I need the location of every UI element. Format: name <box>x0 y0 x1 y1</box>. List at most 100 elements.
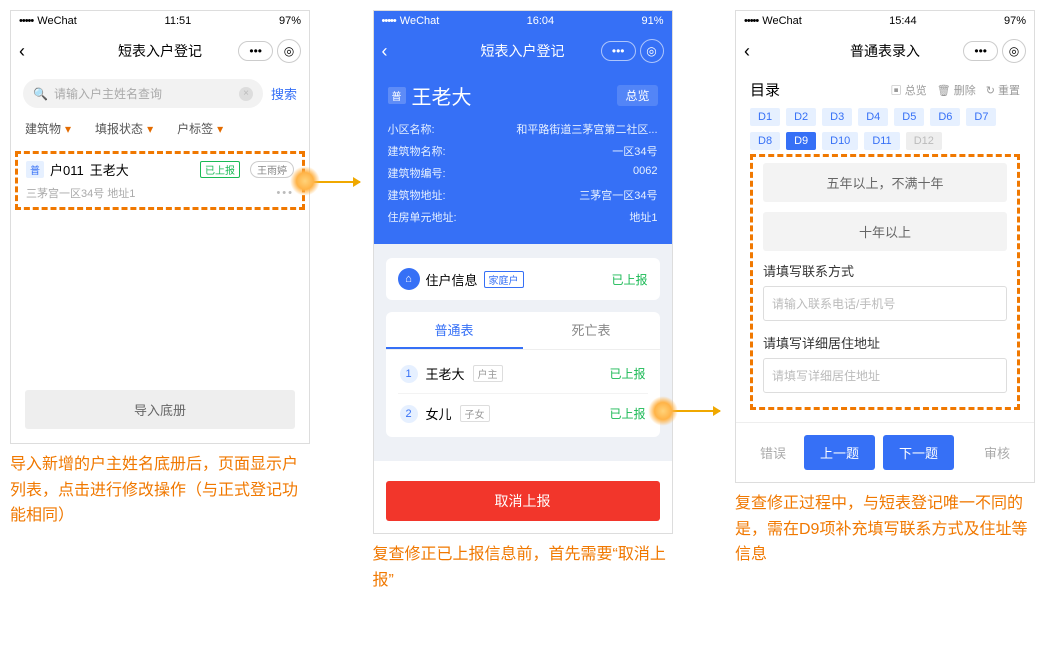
prev-button[interactable]: 上一题 <box>804 435 875 470</box>
page-title: 短表入户登记 <box>118 41 202 61</box>
clock: 11:51 <box>165 15 192 27</box>
chip-d3[interactable]: D3 <box>822 108 852 126</box>
chip-d12[interactable]: D12 <box>906 132 942 150</box>
phone-3: WeChat 15:44 97% ‹ 普通表录入 ••• ◎ 目录 ▣ 总览 🗑… <box>735 10 1035 483</box>
address-label: 请填写详细居住地址 <box>763 333 1007 352</box>
chip-d5[interactable]: D5 <box>894 108 924 126</box>
kv-value: 三茅宫一区34号 <box>579 187 657 203</box>
filter-building[interactable]: 建筑物 <box>25 120 71 137</box>
import-button[interactable]: 导入底册 <box>25 390 295 429</box>
badge-pu: 普 <box>388 87 406 104</box>
tab-normal[interactable]: 普通表 <box>386 312 523 349</box>
status-badge: 已上报 <box>200 161 240 178</box>
overview-action[interactable]: ▣ 总览 <box>891 82 927 98</box>
menu-button[interactable]: ••• <box>601 41 636 61</box>
person-name: 王老大 <box>426 364 465 383</box>
clock: 15:44 <box>889 15 917 27</box>
page-title: 普通表录入 <box>850 41 920 61</box>
person-row[interactable]: 2 女儿 子女 已上报 <box>398 394 648 433</box>
reset-action[interactable]: ↻ 重置 <box>986 82 1020 98</box>
contact-input[interactable]: 请输入联系电话/手机号 <box>763 286 1007 321</box>
household-code: 户011 <box>50 160 84 179</box>
householder-name: 王老大 <box>90 160 129 179</box>
caption-3: 复查修正过程中，与短表登记唯一不同的是，需在D9项补充填写联系方式及住址等信息 <box>735 491 1035 568</box>
kv-value: 0062 <box>633 165 657 181</box>
carrier: WeChat <box>744 15 802 27</box>
person-num: 1 <box>400 365 418 383</box>
address-input[interactable]: 请填写详细居住地址 <box>763 358 1007 393</box>
more-icon[interactable]: ••• <box>276 187 294 199</box>
filter-status[interactable]: 填报状态 <box>95 120 153 137</box>
menu-button[interactable]: ••• <box>963 41 998 61</box>
householder-name: 王老大 <box>412 81 472 110</box>
battery: 97% <box>1004 15 1026 27</box>
badge-pu: 普 <box>26 161 44 178</box>
navbar: ‹ 短表入户登记 ••• ◎ <box>11 31 309 71</box>
chip-d1[interactable]: D1 <box>750 108 780 126</box>
tab-death[interactable]: 死亡表 <box>523 312 660 349</box>
kv-label: 建筑物名称: <box>388 143 446 159</box>
chip-d8[interactable]: D8 <box>750 132 780 150</box>
option-10plus[interactable]: 十年以上 <box>763 212 1007 251</box>
person-relation: 子女 <box>460 405 490 422</box>
search-input[interactable]: 🔍 请输入户主姓名查询 × <box>23 79 263 108</box>
chip-d7[interactable]: D7 <box>966 108 996 126</box>
kv-label: 建筑物地址: <box>388 187 446 203</box>
back-icon[interactable]: ‹ <box>382 41 388 62</box>
carrier: WeChat <box>382 15 440 27</box>
clock: 16:04 <box>527 15 555 27</box>
chip-d4[interactable]: D4 <box>858 108 888 126</box>
search-button[interactable]: 搜索 <box>271 84 297 103</box>
chip-d9[interactable]: D9 <box>786 132 816 150</box>
next-button[interactable]: 下一题 <box>883 435 954 470</box>
page-title: 短表入户登记 <box>481 41 565 61</box>
menu-button[interactable]: ••• <box>238 41 273 61</box>
error-button[interactable]: 错误 <box>750 437 796 468</box>
person-list-card: 普通表 死亡表 1 王老大 户主 已上报 2 女儿 子女 已上报 <box>386 312 660 437</box>
back-icon[interactable]: ‹ <box>744 41 750 62</box>
clear-icon[interactable]: × <box>239 87 253 101</box>
overview-button[interactable]: 总览 <box>617 85 657 106</box>
household-info-label: 住户信息 <box>426 270 478 289</box>
chip-d10[interactable]: D10 <box>822 132 858 150</box>
phone-1: WeChat 11:51 97% ‹ 短表入户登记 ••• ◎ 🔍 请输入户主姓… <box>10 10 310 444</box>
chip-d11[interactable]: D11 <box>864 132 899 150</box>
person-status: 已上报 <box>609 365 645 382</box>
chip-d6[interactable]: D6 <box>930 108 960 126</box>
household-card[interactable]: 普 户011 王老大 已上报 王雨婷 三茅宫一区34号 地址1 ••• <box>15 151 305 210</box>
contact-label: 请填写联系方式 <box>763 261 1007 280</box>
back-icon[interactable]: ‹ <box>19 41 25 62</box>
person-row[interactable]: 1 王老大 户主 已上报 <box>398 354 648 394</box>
search-placeholder: 请输入户主姓名查询 <box>54 85 162 102</box>
delete-action[interactable]: 🗑 删除 <box>937 82 976 98</box>
home-icon: ⌂ <box>398 268 420 290</box>
audit-button[interactable]: 审核 <box>974 437 1020 468</box>
person-name: 女儿 <box>426 404 452 423</box>
kv-value: 地址1 <box>629 209 657 225</box>
battery: 91% <box>641 15 663 27</box>
kv-label: 建筑物编号: <box>388 165 446 181</box>
directory-title: 目录 <box>750 79 780 100</box>
filter-tag[interactable]: 户标签 <box>177 120 223 137</box>
reporter-badge: 王雨婷 <box>250 161 294 178</box>
status-text: 已上报 <box>611 271 647 288</box>
caption-2: 复查修正已上报信息前，首先需要“取消上报” <box>373 542 673 593</box>
kv-value: 一区34号 <box>612 143 657 159</box>
search-icon: 🔍 <box>33 87 48 101</box>
arrow-icon <box>670 410 720 412</box>
kv-label: 小区名称: <box>388 121 435 137</box>
chip-d2[interactable]: D2 <box>786 108 816 126</box>
navbar: ‹ 普通表录入 ••• ◎ <box>736 31 1034 71</box>
option-5-10[interactable]: 五年以上，不满十年 <box>763 163 1007 202</box>
footer-nav: 错误 上一题 下一题 审核 <box>736 422 1034 482</box>
carrier: WeChat <box>19 15 77 27</box>
cancel-report-button[interactable]: 取消上报 <box>386 481 660 521</box>
target-button[interactable]: ◎ <box>277 39 301 63</box>
person-relation: 户主 <box>473 365 503 382</box>
caption-1: 导入新增的户主姓名底册后，页面显示户列表，点击进行修改操作（与正式登记功能相同） <box>10 452 310 529</box>
battery: 97% <box>279 15 301 27</box>
target-button[interactable]: ◎ <box>640 39 664 63</box>
navbar: ‹ 短表入户登记 ••• ◎ <box>374 31 672 71</box>
person-status: 已上报 <box>609 405 645 422</box>
target-button[interactable]: ◎ <box>1002 39 1026 63</box>
